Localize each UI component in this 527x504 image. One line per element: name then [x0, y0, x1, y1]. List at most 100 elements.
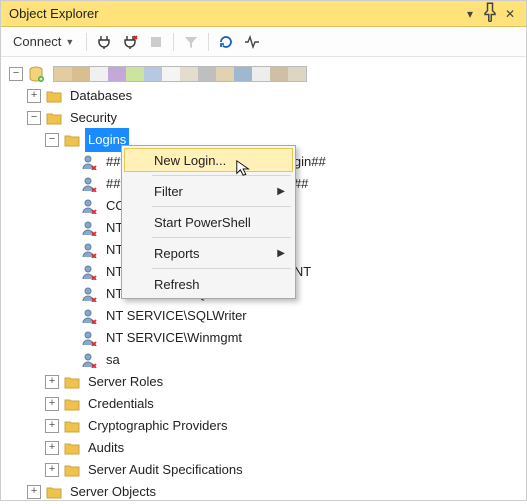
toolbar-separator — [173, 33, 174, 51]
spacer: + — [63, 243, 77, 257]
expand-icon[interactable]: + — [27, 89, 41, 103]
spacer: + — [63, 221, 77, 235]
folder-icon — [63, 462, 81, 478]
titlebar: Object Explorer ▾ ✕ — [1, 1, 526, 27]
server-color-bar — [53, 66, 307, 82]
menu-label: Reports — [154, 246, 200, 261]
spacer: + — [63, 353, 77, 367]
tree-node-server-roles[interactable]: + Server Roles — [9, 371, 526, 393]
context-menu: New Login... Filter ▶ Start PowerShell R… — [121, 145, 296, 299]
login-icon — [81, 330, 99, 346]
menu-separator — [152, 175, 291, 176]
folder-icon — [63, 374, 81, 390]
spacer: + — [63, 287, 77, 301]
folder-icon — [63, 396, 81, 412]
tree-server-root[interactable]: − — [9, 63, 526, 85]
login-icon — [81, 154, 99, 170]
menu-label: Start PowerShell — [154, 215, 251, 230]
spacer: + — [63, 309, 77, 323]
tree-label: NT SERVICE\Winmgmt — [103, 326, 245, 350]
tree-login-item[interactable]: + NT SERVICE\SQLWriter — [9, 305, 526, 327]
close-icon[interactable]: ✕ — [500, 7, 520, 21]
submenu-arrow-icon: ▶ — [277, 248, 285, 259]
tree-login-item[interactable]: + sa — [9, 349, 526, 371]
folder-icon — [63, 440, 81, 456]
tree-label: Security — [67, 106, 120, 130]
expand-icon[interactable]: + — [45, 463, 59, 477]
submenu-arrow-icon: ▶ — [277, 186, 285, 197]
toolbar-separator — [208, 33, 209, 51]
expand-icon[interactable]: + — [45, 375, 59, 389]
login-icon — [81, 308, 99, 324]
tree-label: Server Audit Specifications — [85, 458, 246, 482]
tree-label: sa — [103, 348, 123, 372]
folder-icon — [45, 110, 63, 126]
spacer: + — [63, 331, 77, 345]
connect-plug-icon[interactable] — [93, 31, 115, 53]
menu-separator — [152, 237, 291, 238]
menu-item-reports[interactable]: Reports ▶ — [124, 241, 293, 265]
tree-node-credentials[interactable]: + Credentials — [9, 393, 526, 415]
menu-item-new-login[interactable]: New Login... — [124, 148, 293, 172]
toolbar: Connect ▼ — [1, 27, 526, 57]
expand-icon[interactable]: + — [27, 485, 41, 499]
pin-icon[interactable] — [480, 2, 500, 25]
refresh-icon[interactable] — [215, 31, 237, 53]
folder-icon — [63, 418, 81, 434]
login-icon — [81, 198, 99, 214]
login-icon — [81, 264, 99, 280]
expand-icon[interactable]: + — [45, 397, 59, 411]
expand-icon[interactable]: + — [45, 419, 59, 433]
spacer: + — [63, 155, 77, 169]
folder-icon — [45, 484, 63, 500]
tree-login-item[interactable]: + NT SERVICE\Winmgmt — [9, 327, 526, 349]
toolbar-separator — [86, 33, 87, 51]
tree-label: Cryptographic Providers — [85, 414, 230, 438]
menu-label: New Login... — [154, 153, 226, 168]
menu-separator — [152, 268, 291, 269]
activity-icon[interactable] — [241, 31, 263, 53]
login-icon — [81, 242, 99, 258]
spacer: + — [63, 177, 77, 191]
menu-separator — [152, 206, 291, 207]
collapse-icon[interactable]: − — [45, 133, 59, 147]
spacer: + — [63, 199, 77, 213]
menu-label: Refresh — [154, 277, 200, 292]
tree-node-security[interactable]: − Security — [9, 107, 526, 129]
mouse-cursor-icon — [235, 159, 253, 177]
spacer: + — [63, 265, 77, 279]
menu-item-start-powershell[interactable]: Start PowerShell — [124, 210, 293, 234]
tree-node-server-objects[interactable]: + Server Objects — [9, 481, 526, 503]
expand-icon[interactable]: + — [45, 441, 59, 455]
connect-label: Connect — [13, 34, 61, 49]
login-icon — [81, 286, 99, 302]
tree-label: Server Objects — [67, 480, 159, 504]
tree-label: Databases — [67, 84, 135, 108]
connect-button[interactable]: Connect ▼ — [7, 32, 80, 51]
filter-icon — [180, 31, 202, 53]
menu-label: Filter — [154, 184, 183, 199]
tree-label: Credentials — [85, 392, 157, 416]
login-icon — [81, 176, 99, 192]
tree-node-audits[interactable]: + Audits — [9, 437, 526, 459]
dropdown-icon[interactable]: ▾ — [460, 7, 480, 21]
stop-icon — [145, 31, 167, 53]
login-icon — [81, 220, 99, 236]
disconnect-plug-icon[interactable] — [119, 31, 141, 53]
tree-label: NT SERVICE\SQLWriter — [103, 304, 250, 328]
folder-icon — [63, 132, 81, 148]
tree-node-server-audit-specs[interactable]: + Server Audit Specifications — [9, 459, 526, 481]
window-title: Object Explorer — [9, 6, 460, 21]
login-icon — [81, 352, 99, 368]
collapse-icon[interactable]: − — [9, 67, 23, 81]
menu-item-filter[interactable]: Filter ▶ — [124, 179, 293, 203]
collapse-icon[interactable]: − — [27, 111, 41, 125]
database-server-icon — [27, 66, 45, 82]
tree-label: Audits — [85, 436, 127, 460]
tree-node-databases[interactable]: + Databases — [9, 85, 526, 107]
tree-label: Server Roles — [85, 370, 166, 394]
tree-node-crypto-providers[interactable]: + Cryptographic Providers — [9, 415, 526, 437]
caret-down-icon: ▼ — [65, 37, 74, 47]
folder-icon — [45, 88, 63, 104]
menu-item-refresh[interactable]: Refresh — [124, 272, 293, 296]
